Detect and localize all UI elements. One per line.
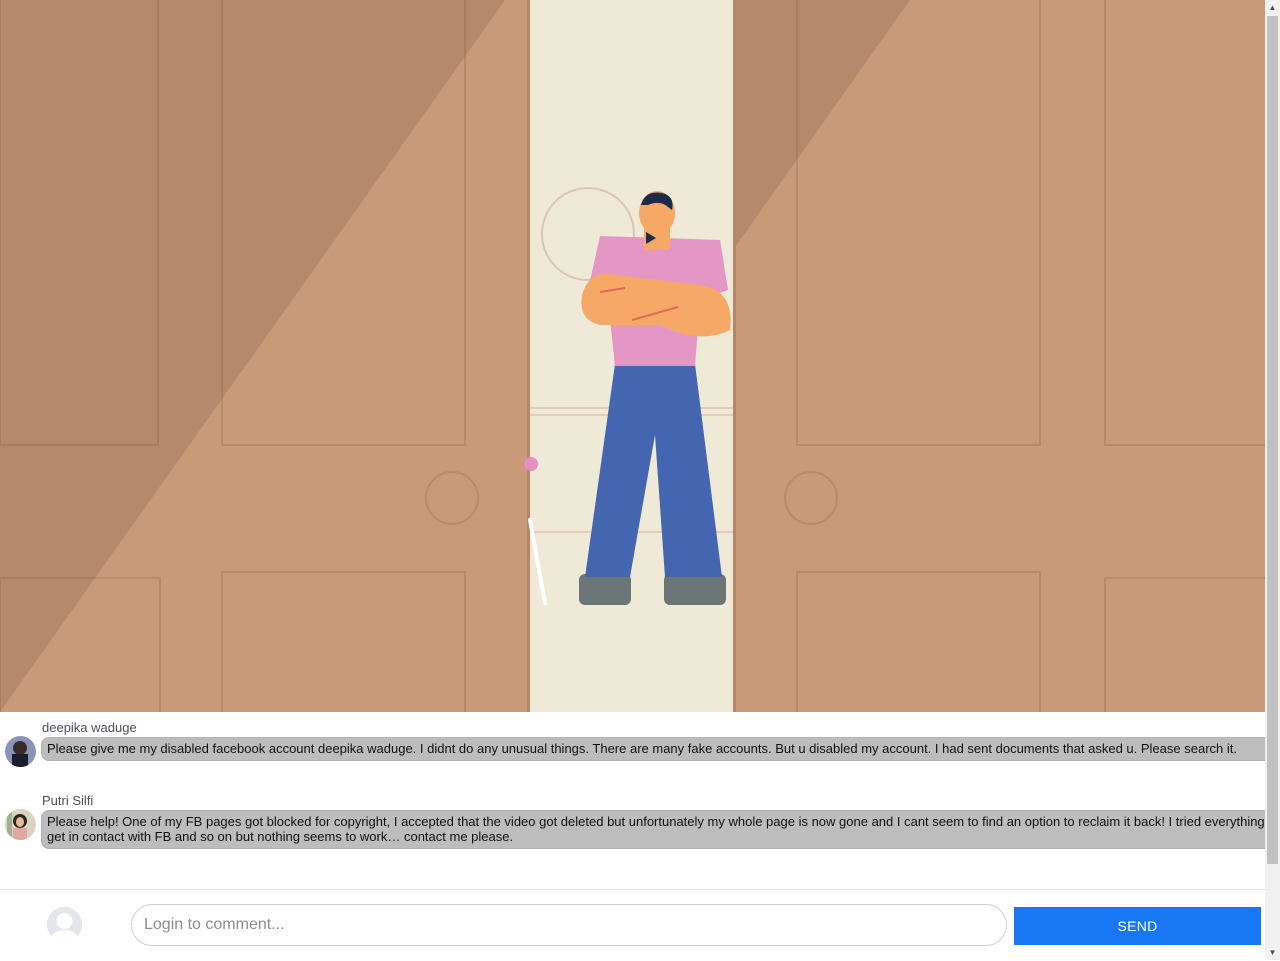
avatar[interactable] — [5, 809, 36, 840]
comment: Putri Silfi Please help! One of my FB pa… — [0, 792, 1280, 849]
comment: deepika waduge Please give me my disable… — [0, 719, 1280, 767]
comment-author[interactable]: Putri Silfi — [41, 792, 1280, 810]
scrollbar[interactable]: ▲ ▼ — [1265, 0, 1280, 960]
scroll-up-icon[interactable]: ▲ — [1265, 0, 1280, 15]
avatar[interactable] — [5, 736, 36, 767]
comment-text: Please help! One of my FB pages got bloc… — [41, 810, 1280, 849]
comment-input[interactable] — [131, 904, 1007, 946]
scroll-down-icon[interactable]: ▼ — [1265, 945, 1280, 960]
comment-author[interactable]: deepika waduge — [41, 719, 1280, 737]
comment-text: Please give me my disabled facebook acco… — [41, 737, 1280, 761]
send-button[interactable]: SEND — [1014, 907, 1261, 945]
comment-composer: SEND — [0, 889, 1265, 961]
video-illustration — [0, 0, 1265, 712]
scrollbar-thumb[interactable] — [1267, 16, 1278, 864]
page: deepika waduge Please give me my disable… — [0, 0, 1280, 961]
user-avatar-icon — [47, 907, 82, 942]
video-player[interactable] — [0, 0, 1265, 712]
